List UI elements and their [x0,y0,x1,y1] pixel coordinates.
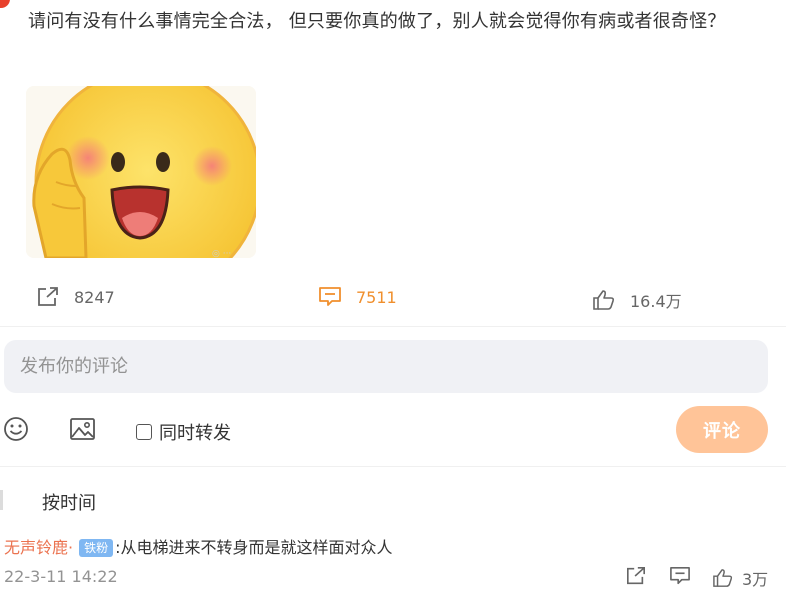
comment-like-count: 3万 [742,570,769,589]
comment-item: 无声铃鹿 · 铁粉 :从电梯进来不转身而是就这样面对众人 [4,537,393,559]
repost-button[interactable]: 8247 [36,286,115,308]
avatar-badge [0,0,10,8]
comment-username[interactable]: 无声铃鹿 [4,537,68,559]
comment-count: 7511 [356,287,397,307]
sort-indicator [0,490,3,510]
post-image[interactable]: ◎ ··· [26,86,256,258]
comment-repost-button[interactable] [625,566,647,590]
checkbox[interactable] [136,424,152,440]
divider [0,326,786,327]
repost-icon [38,287,58,306]
repost-icon [627,567,645,585]
comment-icon [319,287,341,306]
username-separator: · [68,538,74,557]
repost-count: 8247 [74,287,115,307]
image-icon [70,418,95,440]
smiling-emoji-sticker: ◎ ··· [26,86,256,258]
comment-reply-button[interactable] [669,566,691,590]
svg-text:◎ ···: ◎ ··· [212,249,231,258]
fan-badge: 铁粉 [79,539,114,557]
sort-by-time-tab[interactable]: 按时间 [42,489,96,515]
post-text: 请问有没有什么事情完全合法， 但只要你真的做了，别人就会觉得你有病或者很奇怪？ [28,11,726,32]
like-button[interactable]: 16.4万 [592,288,682,312]
repost-also-checkbox[interactable]: 同时转发 [136,419,231,445]
smiley-icon [4,417,28,441]
comment-icon [670,567,690,585]
thumbs-up-icon [593,290,615,310]
like-count: 16.4万 [630,292,682,311]
image-upload-button[interactable] [69,416,96,442]
thumbs-up-icon [713,569,733,587]
comment-text: :从电梯进来不转身而是就这样面对众人 [115,538,393,557]
divider [0,466,786,467]
comment-button[interactable]: 7511 [318,286,397,308]
submit-comment-button[interactable]: 评论 [676,406,768,453]
comment-timestamp: 22-3-11 14:22 [4,567,118,586]
comment-like-button[interactable]: 3万 [712,566,768,590]
comment-input[interactable] [4,340,768,393]
emoji-button[interactable] [3,416,29,442]
repost-also-label: 同时转发 [159,423,231,444]
